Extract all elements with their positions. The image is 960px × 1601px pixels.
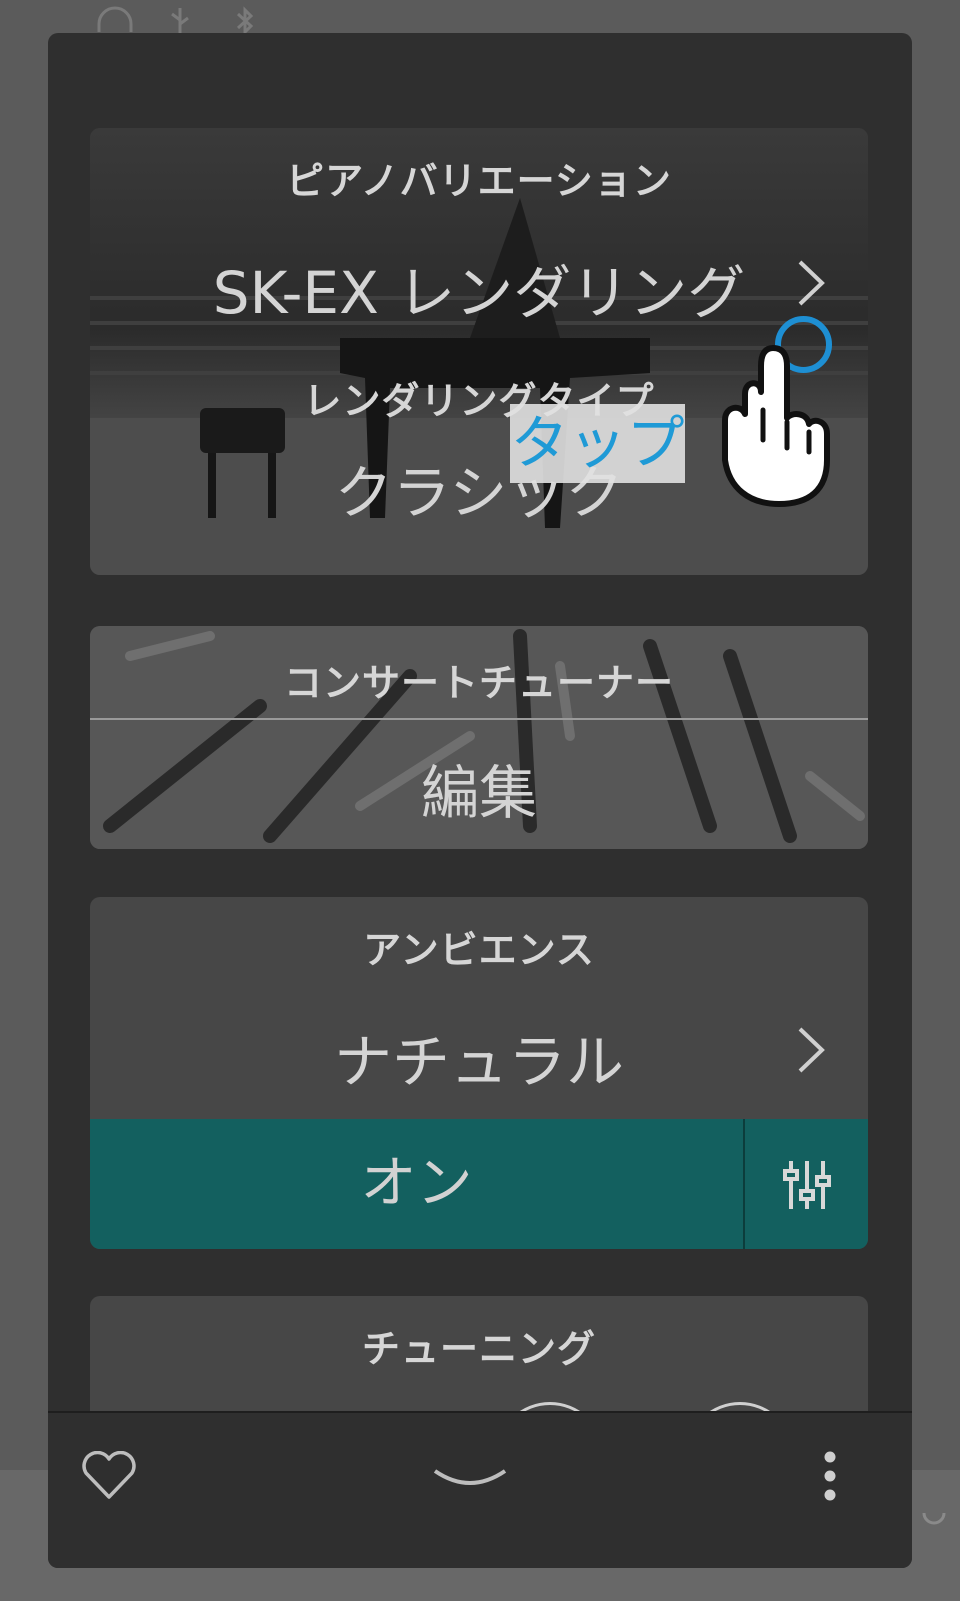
ambience-on-toggle[interactable]: オン (90, 1119, 743, 1249)
chevron-right-icon[interactable] (794, 258, 828, 308)
chevron-down-icon[interactable] (431, 1465, 509, 1491)
piano-variation-value: SK-EX レンダリング (212, 259, 746, 327)
bluetooth-icon (236, 6, 254, 36)
chevron-right-icon[interactable] (794, 1025, 828, 1075)
concert-tuner-title: コンサートチューナー (283, 661, 674, 705)
ambience-settings-button[interactable] (745, 1119, 868, 1249)
headphones-icon (97, 6, 133, 32)
ambience-value[interactable]: ナチュラル (90, 1015, 868, 1099)
more-vert-icon[interactable] (818, 1451, 842, 1501)
pointing-hand-icon (722, 345, 830, 507)
tap-annotation-label: タップ (510, 404, 685, 483)
concert-tuner-card[interactable]: コンサートチューナー 編集 (90, 626, 868, 849)
piano-variation-title: ピアノバリエーション (286, 159, 672, 203)
ambience-toggle-row: オン (90, 1119, 868, 1249)
divider (90, 718, 868, 720)
ghost-icon (922, 1512, 946, 1525)
tuning-title: チューニング (361, 1327, 596, 1371)
bottom-bar (48, 1411, 912, 1568)
usb-icon (171, 8, 189, 34)
heart-icon[interactable] (80, 1451, 138, 1501)
ambience-title: アンビエンス (363, 928, 595, 972)
sound-settings-panel: ピアノバリエーション SK-EX レンダリング レンダリングタイプ クラシック (48, 33, 912, 1568)
ambience-card: アンビエンス ナチュラル オン (90, 897, 868, 1249)
mixer-sliders-icon (783, 1161, 831, 1209)
concert-tuner-edit[interactable]: 編集 (90, 746, 868, 830)
